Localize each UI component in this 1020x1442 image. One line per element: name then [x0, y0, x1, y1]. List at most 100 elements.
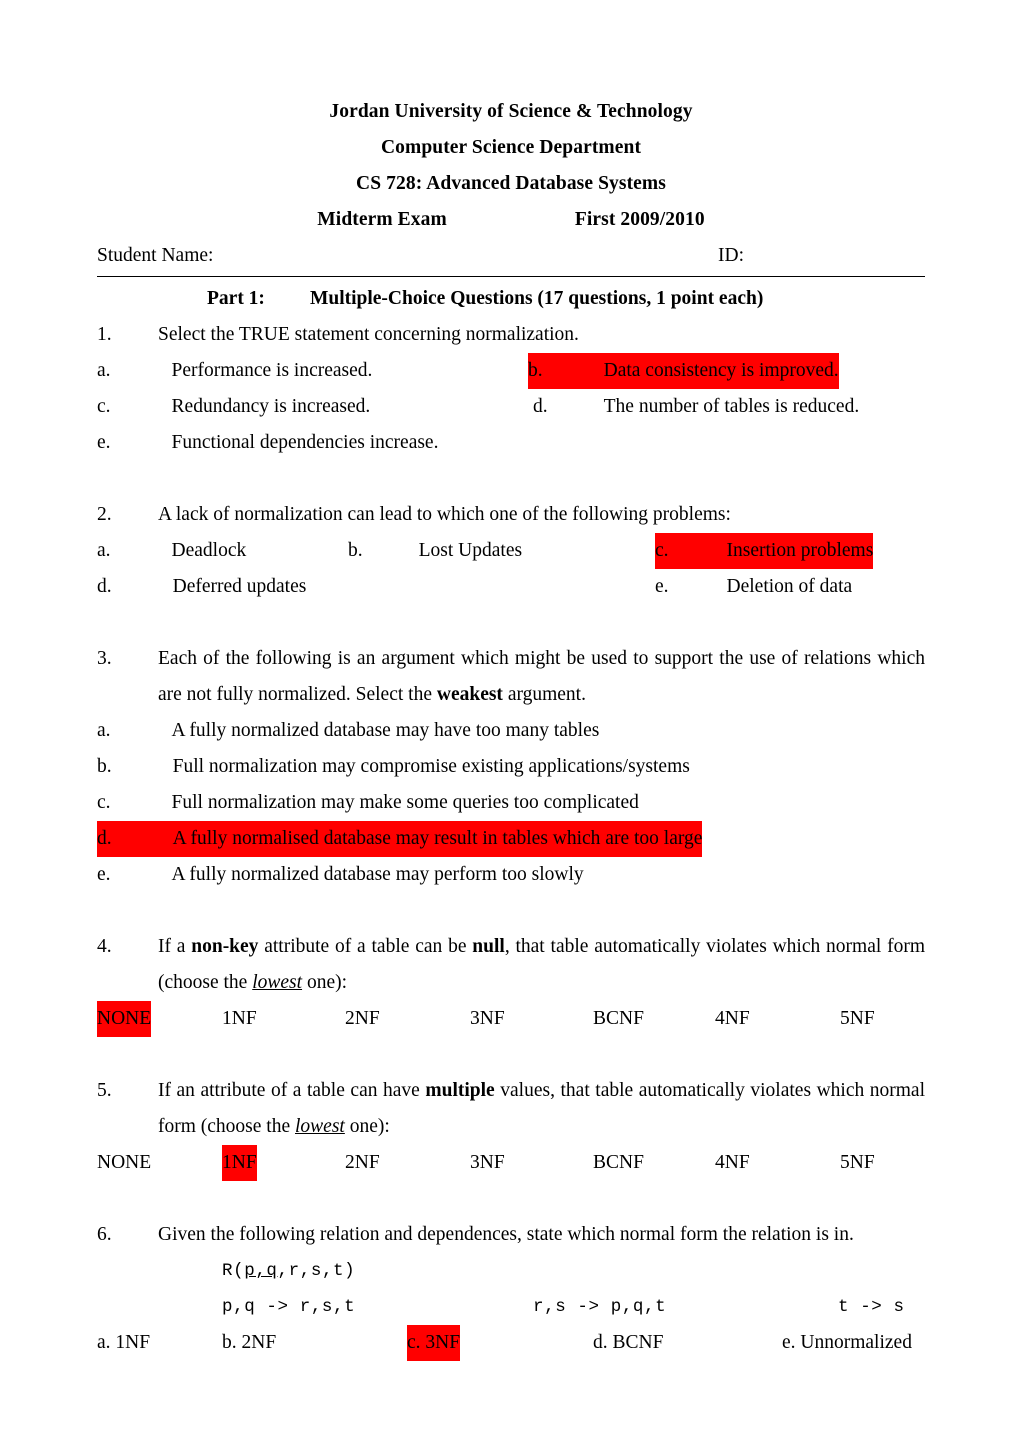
option-1c-label: c.: [97, 396, 111, 417]
option-3c-text: Full normalization may make some queries…: [171, 792, 639, 813]
relation-schema: R(p,q,r,s,t): [222, 1253, 355, 1289]
option-3b[interactable]: b. Full normalization may compromise exis…: [97, 749, 690, 785]
option-6d[interactable]: d. BCNF: [593, 1325, 663, 1361]
option-2a-text: Deadlock: [171, 540, 247, 561]
option-3e-text: A fully normalized database may perform …: [171, 864, 584, 885]
exam-page: Jordan University of Science & Technolog…: [0, 0, 1020, 1442]
option-4-2nf[interactable]: 2NF: [345, 1001, 380, 1037]
option-4-1nf[interactable]: 1NF: [222, 1001, 257, 1037]
option-3c[interactable]: c. Full normalization may make some queri…: [97, 785, 639, 821]
option-5-4nf[interactable]: 4NF: [715, 1145, 750, 1181]
option-5-3nf[interactable]: 3NF: [470, 1145, 505, 1181]
question-2-options-row-2: d. Deferred updates e. Deletion of data: [97, 569, 925, 605]
option-2c-text: Insertion problems: [726, 540, 874, 561]
department-name: Computer Science Department: [380, 137, 642, 158]
question-3-options-row-c: c. Full normalization may make some queri…: [97, 785, 925, 821]
question-4-t2: attribute of a table can be: [258, 936, 473, 957]
question-5-number: 5.: [97, 1080, 112, 1101]
question-4-b1: non-key: [191, 936, 259, 957]
option-5-5nf[interactable]: 5NF: [840, 1145, 875, 1181]
part-label: Part 1:: [207, 288, 265, 309]
exam-term-row: Midterm Exam First 2009/2010: [97, 202, 925, 238]
part-heading: Part 1: Multiple-Choice Questions (17 que…: [97, 281, 925, 317]
question-4-t4: one):: [302, 972, 348, 993]
relation-prefix: R(: [222, 1261, 245, 1281]
student-name-label: Student Name:: [97, 245, 214, 266]
question-6-text: Given the following relation and depende…: [158, 1224, 854, 1245]
option-1d-text: The number of tables is reduced.: [603, 396, 860, 417]
option-1e-text: Functional dependencies increase.: [171, 432, 439, 453]
option-2e[interactable]: e. Deletion of data: [655, 569, 852, 605]
option-2c-label: c.: [655, 540, 669, 561]
question-6-number: 6.: [97, 1224, 112, 1245]
question-5-text-wrap: 5. If an attribute of a table can have mu…: [97, 1073, 925, 1145]
spacer-after-q4: [97, 1037, 925, 1073]
option-1a[interactable]: a. Performance is increased.: [97, 353, 372, 389]
option-5-1nf[interactable]: 1NF: [222, 1145, 257, 1181]
question-2-text: A lack of normalization can lead to whic…: [158, 504, 731, 525]
option-3a[interactable]: a. A fully normalized database may have t…: [97, 713, 599, 749]
exam-label: Midterm Exam: [317, 209, 447, 230]
option-5-none[interactable]: NONE: [97, 1145, 151, 1181]
option-1e[interactable]: e. Functional dependencies increase.: [97, 425, 438, 461]
question-2: 2. A lack of normalization can lead to wh…: [97, 497, 925, 605]
spacer-after-q3: [97, 893, 925, 929]
spacer-after-q1: [97, 461, 925, 497]
question-1-options-row-2: c. Redundancy is increased. d. The number …: [97, 389, 925, 425]
question-6-options-row: a. 1NF b. 2NF c. 3NF d. BCNF e. Unnormal…: [97, 1325, 925, 1361]
question-5-t3: one):: [344, 1116, 390, 1137]
question-5-nf-row: NONE 1NF 2NF 3NF BCNF 4NF 5NF: [97, 1145, 925, 1181]
functional-dependency-2: r,s -> p,q,t: [533, 1297, 667, 1317]
question-3-text-part2: argument.: [502, 684, 586, 705]
question-5-i1: lowest: [295, 1116, 345, 1137]
option-4-bcnf[interactable]: BCNF: [593, 1001, 644, 1037]
option-1b-text: Data consistency is improved.: [603, 360, 839, 381]
option-2e-label: e.: [655, 576, 669, 597]
option-2d-text: Deferred updates: [172, 576, 307, 597]
option-4-4nf[interactable]: 4NF: [715, 1001, 750, 1037]
question-4-t1: If a: [158, 936, 192, 957]
option-6c[interactable]: c. 3NF: [407, 1325, 461, 1361]
question-6: 6. Given the following relation and depen…: [97, 1217, 925, 1361]
relation-rest: ,r,s,t): [277, 1261, 356, 1281]
option-3a-text: A fully normalized database may have too…: [171, 720, 600, 741]
question-3-options-row-e: e. A fully normalized database may perfor…: [97, 857, 925, 893]
spacer-after-q2: [97, 605, 925, 641]
question-4-b2: null: [472, 936, 505, 957]
option-5-bcnf[interactable]: BCNF: [593, 1145, 644, 1181]
option-6e[interactable]: e. Unnormalized: [782, 1325, 912, 1361]
question-1-number: 1.: [97, 324, 112, 345]
option-4-3nf[interactable]: 3NF: [470, 1001, 505, 1037]
option-1d[interactable]: d. The number of tables is reduced.: [533, 389, 859, 425]
question-3: 3. Each of the following is an argument w…: [97, 641, 925, 893]
option-2b[interactable]: b. Lost Updates: [348, 533, 522, 569]
option-3d[interactable]: d. A fully normalised database may result…: [97, 821, 703, 857]
student-id-label: ID:: [718, 245, 744, 266]
question-5-b1: multiple: [425, 1080, 495, 1101]
question-3-number: 3.: [97, 648, 112, 669]
option-2a[interactable]: a. Deadlock: [97, 533, 246, 569]
option-1b[interactable]: b. Data consistency is improved.: [528, 353, 839, 389]
question-3-text-wrap: 3. Each of the following is an argument w…: [97, 641, 925, 713]
option-4-none[interactable]: NONE: [97, 1001, 152, 1037]
spacer-after-q5: [97, 1181, 925, 1217]
option-1a-text: Performance is increased.: [171, 360, 373, 381]
option-2d[interactable]: d. Deferred updates: [97, 569, 306, 605]
question-2-text-wrap: 2. A lack of normalization can lead to wh…: [97, 497, 925, 533]
option-1b-label: b.: [528, 360, 543, 381]
option-6a[interactable]: a. 1NF: [97, 1325, 150, 1361]
option-1e-label: e.: [97, 432, 111, 453]
question-3-options-row-b: b. Full normalization may compromise exis…: [97, 749, 925, 785]
option-6b[interactable]: b. 2NF: [222, 1325, 276, 1361]
option-3e[interactable]: e. A fully normalized database may perfor…: [97, 857, 584, 893]
page-content: Jordan University of Science & Technolog…: [97, 94, 925, 1361]
option-4-5nf[interactable]: 5NF: [840, 1001, 875, 1037]
option-5-2nf[interactable]: 2NF: [345, 1145, 380, 1181]
option-1c-text: Redundancy is increased.: [171, 396, 371, 417]
functional-dependency-3: t -> s: [838, 1297, 905, 1317]
option-2b-text: Lost Updates: [418, 540, 523, 561]
option-1c[interactable]: c. Redundancy is increased.: [97, 389, 370, 425]
question-1-text: Select the TRUE statement concerning nor…: [158, 324, 579, 345]
option-2c[interactable]: c. Insertion problems: [655, 533, 874, 569]
question-2-number: 2.: [97, 504, 112, 525]
